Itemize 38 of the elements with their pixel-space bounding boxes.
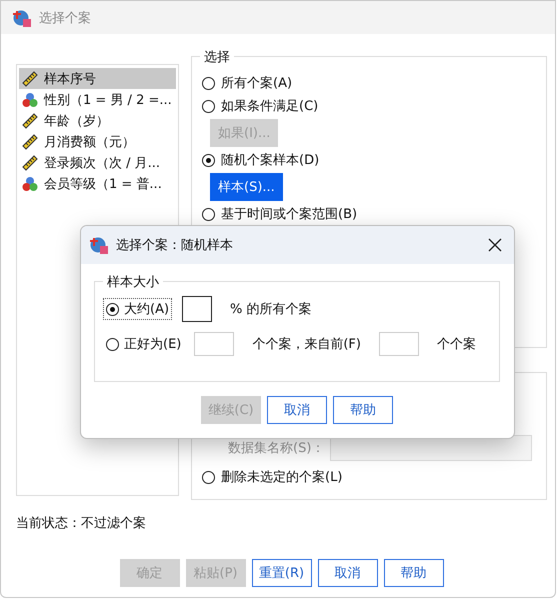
ruler-icon [22,154,38,170]
field-label: 个个案 [436,336,477,353]
dialog-title: 选择个案：随机样本 [116,237,234,254]
app-icon [90,236,108,254]
radio-option[interactable]: 随机个案样本(D) [202,150,320,170]
dialog-button[interactable]: 重置(R) [252,559,312,587]
dialog-button[interactable]: 帮助 [333,396,393,424]
balls-icon [22,176,38,192]
radio-option[interactable]: 所有个案(A) [202,73,292,93]
balls-icon [22,92,38,108]
group-button[interactable]: 样本(S)... [210,173,283,201]
field-label: 个个案，来自前(F) [251,336,362,353]
radio-option[interactable]: 大约(A) [103,298,172,320]
input-field[interactable] [182,296,212,322]
radio-option[interactable]: 正好为(E) [103,333,184,355]
field-label: % 的所有个案 [229,301,313,318]
close-icon[interactable] [488,238,502,252]
ruler-icon [22,134,38,150]
status-text: 当前状态：不过滤个案 [16,515,147,532]
variable-item[interactable]: 年龄（岁） [19,110,176,131]
ruler-icon [22,112,38,128]
radio-option[interactable]: 基于时间或个案范围(B) [202,204,358,224]
group-title: 样本大小 [103,273,163,291]
variable-item[interactable]: 性别（1 = 男 / 2 =... [19,89,176,110]
dialog-button[interactable]: 取消 [267,396,327,424]
radio-option[interactable]: 如果条件满足(C) [202,96,318,116]
radio-option[interactable]: 删除未选定的个案(L) [202,467,536,487]
ruler-icon [22,70,38,86]
variable-item[interactable]: 会员等级（1 = 普... [19,173,176,194]
dialog-button[interactable]: 取消 [318,559,378,587]
variable-item[interactable]: 登录频次（次 / 月... [19,152,176,173]
variable-item[interactable]: 月消费额（元） [19,131,176,152]
dialog-button[interactable]: 帮助 [384,559,444,587]
variable-item[interactable]: 样本序号 [19,68,176,89]
group-title: 选择 [200,48,234,66]
field-label: 数据集名称(S)： [228,440,324,457]
app-icon [13,8,31,26]
window-title: 选择个案 [39,10,91,26]
